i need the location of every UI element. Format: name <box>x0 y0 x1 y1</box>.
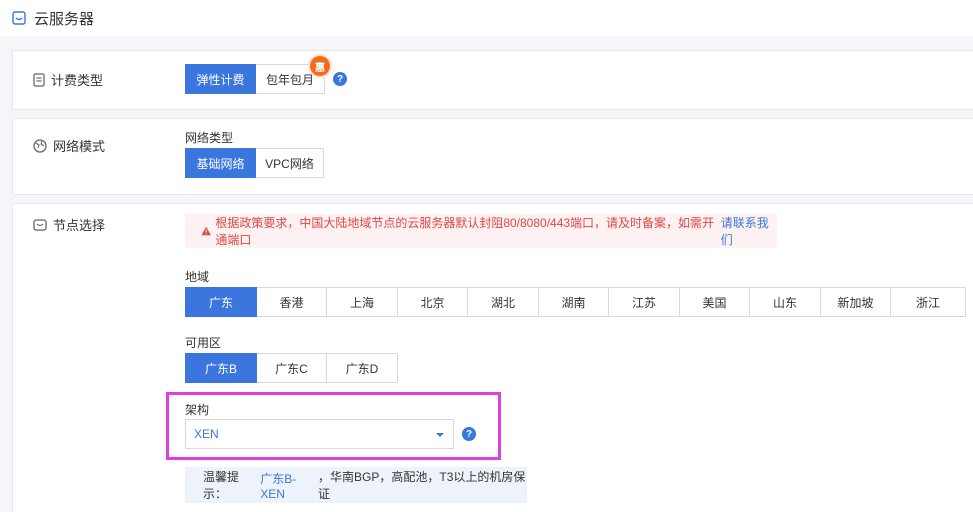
architecture-label: 架构 <box>185 403 210 417</box>
network-options: 基础网络 VPC网络 <box>185 148 324 178</box>
chevron-down-icon <box>436 433 444 437</box>
policy-warning: 根据政策要求，中国大陆地域节点的云服务器默认封阻80/8080/443端口，请及… <box>185 214 777 248</box>
tip-prefix: 温馨提示： <box>203 470 240 501</box>
discount-badge: 惠 <box>310 56 330 76</box>
billing-icon <box>33 72 45 87</box>
zone-label: 可用区 <box>185 336 222 350</box>
network-option-basic[interactable]: 基础网络 <box>185 148 256 178</box>
architecture-value: XEN <box>194 427 219 441</box>
region-singapore[interactable]: 新加坡 <box>820 287 891 317</box>
cloud-server-icon <box>12 11 26 25</box>
billing-panel: 计费类型 弹性计费 包年包月 惠 ? <box>12 50 973 110</box>
zone-guangdong-b[interactable]: 广东B <box>185 353 257 383</box>
header-bar: 云服务器 <box>0 0 973 36</box>
region-hongkong[interactable]: 香港 <box>256 287 327 317</box>
warning-icon <box>201 226 211 236</box>
network-type-label: 网络类型 <box>185 131 234 145</box>
architecture-select[interactable]: XEN <box>185 419 454 449</box>
zone-options: 广东B 广东C 广东D <box>185 353 398 383</box>
region-hunan[interactable]: 湖南 <box>538 287 609 317</box>
network-option-vpc[interactable]: VPC网络 <box>255 148 324 178</box>
tip-highlight: 广东B-XEN <box>260 471 297 501</box>
zone-guangdong-d[interactable]: 广东D <box>326 353 398 383</box>
node-section-label: 节点选择 <box>33 215 105 234</box>
region-guangdong[interactable]: 广东 <box>185 287 257 317</box>
region-zhejiang[interactable]: 浙江 <box>890 287 966 317</box>
architecture-help-icon[interactable]: ? <box>462 427 476 441</box>
network-label: 网络模式 <box>53 139 106 154</box>
region-label: 地域 <box>185 270 210 284</box>
region-shandong[interactable]: 山东 <box>749 287 821 317</box>
node-label: 节点选择 <box>53 218 106 233</box>
billing-option-elastic[interactable]: 弹性计费 <box>185 64 256 94</box>
region-shanghai[interactable]: 上海 <box>326 287 398 317</box>
network-section-label: 网络模式 <box>33 136 105 155</box>
billing-section-label: 计费类型 <box>33 70 103 89</box>
region-jiangsu[interactable]: 江苏 <box>608 287 680 317</box>
region-hubei[interactable]: 湖北 <box>467 287 539 317</box>
warning-text: 根据政策要求，中国大陆地域节点的云服务器默认封阻80/8080/443端口，请及… <box>215 216 715 247</box>
contact-us-link[interactable]: 请联系我们 <box>721 214 777 248</box>
billing-label: 计费类型 <box>51 73 104 88</box>
region-usa[interactable]: 美国 <box>679 287 750 317</box>
network-panel: 网络模式 网络类型 基础网络 VPC网络 <box>12 118 973 195</box>
tip-rest: ，华南BGP，高配池，T3以上的机房保证 <box>318 470 526 501</box>
region-options: 广东 香港 上海 北京 湖北 湖南 江苏 美国 山东 新加坡 浙江 <box>185 287 966 317</box>
billing-help-icon[interactable]: ? <box>333 72 347 86</box>
node-icon <box>33 218 47 231</box>
page-title: 云服务器 <box>34 10 95 28</box>
region-beijing[interactable]: 北京 <box>397 287 468 317</box>
zone-guangdong-c[interactable]: 广东C <box>256 353 327 383</box>
node-panel: 节点选择 根据政策要求，中国大陆地域节点的云服务器默认封阻80/8080/443… <box>12 203 973 512</box>
billing-options: 弹性计费 包年包月 <box>185 64 325 94</box>
tip-box: 温馨提示： 广东B-XEN ，华南BGP，高配池，T3以上的机房保证 <box>185 467 527 503</box>
globe-icon <box>33 138 47 153</box>
